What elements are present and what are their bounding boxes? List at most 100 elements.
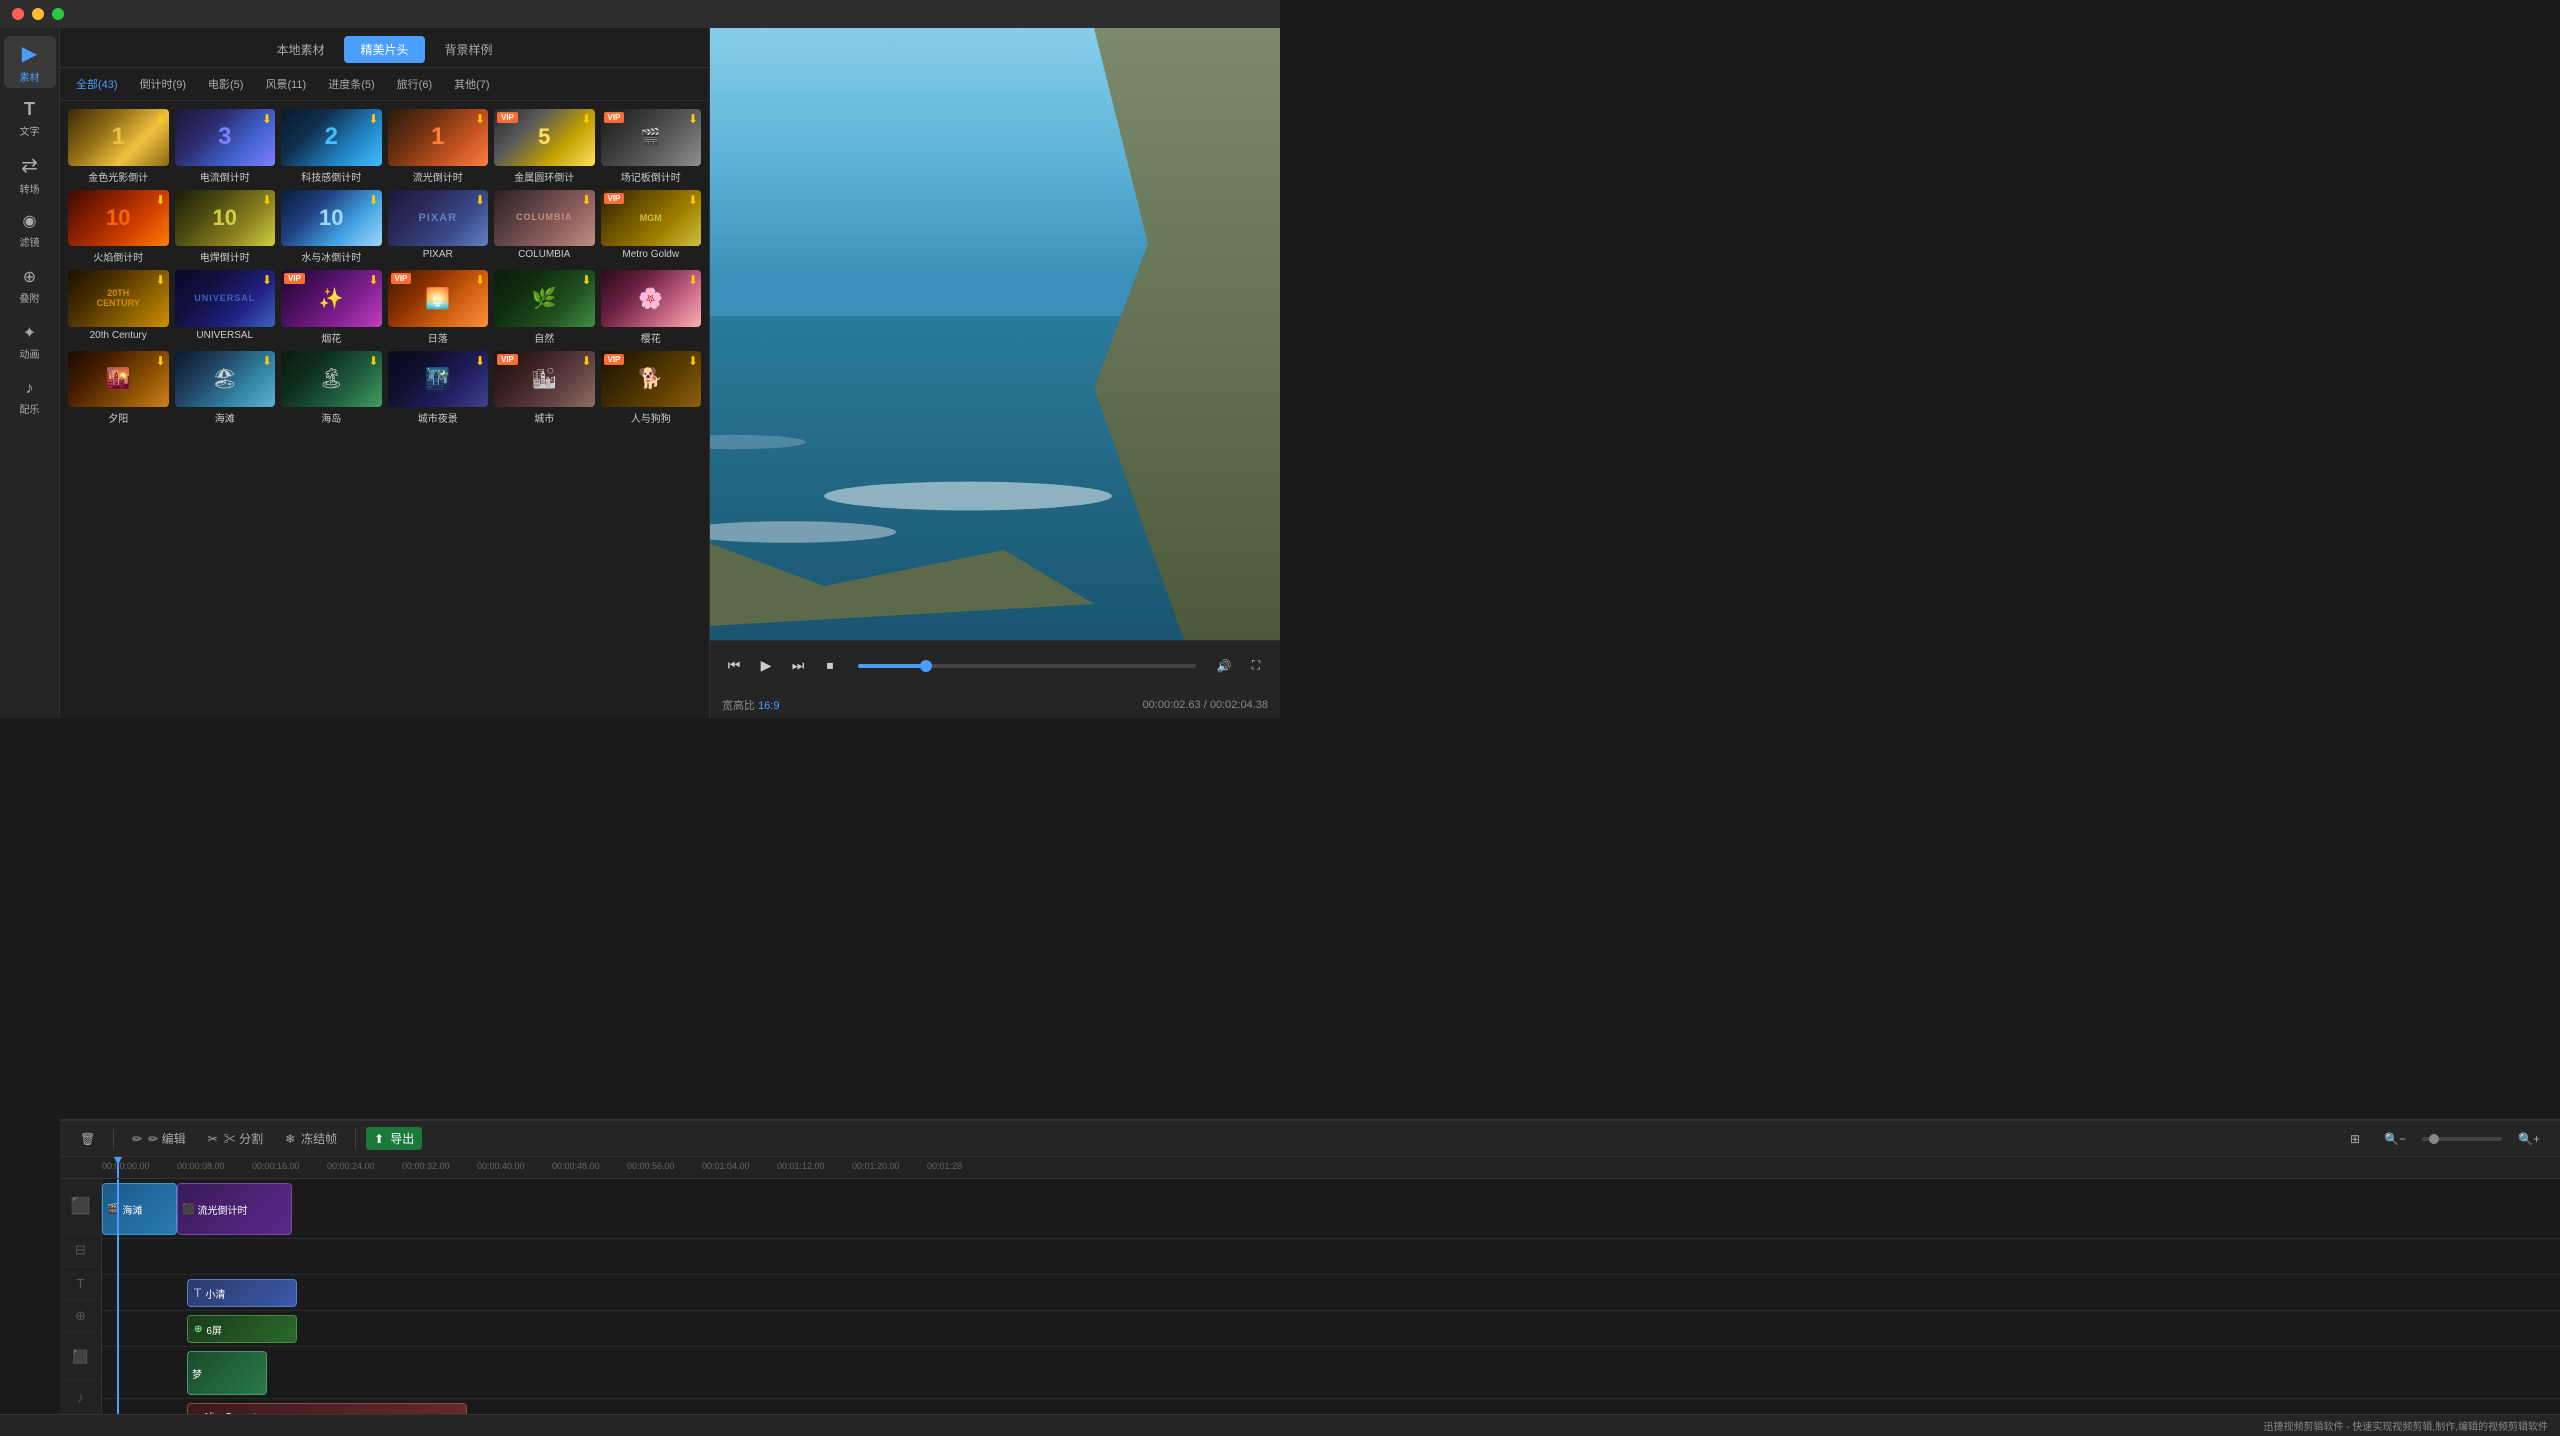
download-badge: ⬇: [475, 112, 485, 126]
ruler-mark: 00:01:12.00: [777, 1161, 825, 1171]
list-item[interactable]: 10 ⬇ 电焊倒计时: [175, 190, 276, 265]
media-label: 电流倒计时: [175, 169, 276, 184]
media-label: 自然: [494, 330, 595, 345]
progress-bar[interactable]: [858, 664, 1196, 668]
list-item[interactable]: 🌸 ⬇ 樱花: [601, 270, 702, 345]
media-label: 夕阳: [68, 410, 169, 425]
sidebar-item-text[interactable]: T 文字: [4, 92, 56, 144]
list-item[interactable]: UNIVERSAL ⬇ UNIVERSAL: [175, 270, 276, 345]
effect-track: ⊕ 6屏: [102, 1311, 2560, 1347]
list-item[interactable]: 🎬 VIP ⬇ 场记板倒计时: [601, 109, 702, 184]
cat-scenery[interactable]: 风景(11): [257, 74, 314, 94]
sidebar-item-filter[interactable]: ◉ 滤镜: [4, 204, 56, 256]
zoom-out-button[interactable]: 🔍−: [2376, 1129, 2414, 1149]
volume-button[interactable]: 🔊: [1212, 654, 1236, 678]
preview-controls: ⏮ ▶ ⏭ ⏹ 🔊 ⛶: [710, 640, 1280, 690]
zoom-in-button[interactable]: 🔍+: [2510, 1129, 2548, 1149]
tab-background[interactable]: 背景样例: [429, 36, 509, 63]
status-text: 迅捷视频剪辑软件 - 快速实现视频剪辑,制作,编辑的视频剪辑软件: [2264, 1418, 2548, 1433]
media-thumb: 3 ⬇: [175, 109, 276, 166]
skip-forward-button[interactable]: ⏭: [786, 654, 810, 678]
clip-beach[interactable]: 🎬 海滩: [102, 1183, 177, 1235]
video-track-2: 梦: [102, 1347, 2560, 1399]
tab-featured[interactable]: 精美片头: [344, 36, 424, 63]
list-item[interactable]: 🏝 ⬇ 海岛: [281, 351, 382, 426]
text-track: T 小清: [102, 1275, 2560, 1311]
export-button[interactable]: ⬆ 导出: [366, 1127, 422, 1150]
split-button[interactable]: ✂ ✂ 分割: [200, 1127, 271, 1150]
media-thumb: 20THCENTURY ⬇: [68, 270, 169, 327]
list-item[interactable]: 🌅 VIP ⬇ 日落: [388, 270, 489, 345]
sidebar-item-animation[interactable]: ✦ 动画: [4, 316, 56, 368]
clip-countdown[interactable]: ⬛ 流光倒计时: [177, 1183, 292, 1235]
cat-travel[interactable]: 旅行(6): [389, 74, 440, 94]
list-item[interactable]: 1 ⬇ 流光倒计时: [388, 109, 489, 184]
list-item[interactable]: 1 ⬇ 金色光影倒计: [68, 109, 169, 184]
clip-text[interactable]: T 小清: [187, 1279, 297, 1307]
list-item[interactable]: PIXAR ⬇ PIXAR: [388, 190, 489, 265]
list-item[interactable]: 🌃 ⬇ 城市夜景: [388, 351, 489, 426]
track-area: ⬛ ⊟ T ⊕ ⬛ ♪ 🎬 海滩 ⬛ 流光倒计时: [60, 1179, 2560, 1414]
fullscreen-button[interactable]: ⛶: [1244, 654, 1268, 678]
minimize-button[interactable]: [32, 8, 44, 20]
download-badge: ⬇: [155, 193, 165, 207]
download-badge: ⬇: [688, 354, 698, 368]
list-item[interactable]: 🌇 ⬇ 夕阳: [68, 351, 169, 426]
media-label: COLUMBIA: [494, 249, 595, 260]
media-grid: 1 ⬇ 金色光影倒计 3 ⬇ 电流倒计时 2 ⬇ 科技感倒计时: [60, 101, 709, 433]
play-button[interactable]: ▶: [754, 654, 778, 678]
list-item[interactable]: 10 ⬇ 水与冰倒计时: [281, 190, 382, 265]
download-badge: ⬇: [368, 354, 378, 368]
list-item[interactable]: 🌿 ⬇ 自然: [494, 270, 595, 345]
list-item[interactable]: 🐕 VIP ⬇ 人与狗狗: [601, 351, 702, 426]
list-item[interactable]: 🏖 ⬇ 海滩: [175, 351, 276, 426]
clip-effect[interactable]: ⊕ 6屏: [187, 1315, 297, 1343]
sidebar-item-overlay[interactable]: ⊕ 叠附: [4, 260, 56, 312]
media-thumb: 5 VIP ⬇: [494, 109, 595, 166]
list-item[interactable]: 🏙 VIP ⬇ 城市: [494, 351, 595, 426]
edit-button[interactable]: ✏ ✏ 编辑: [124, 1127, 193, 1150]
list-item[interactable]: 2 ⬇ 科技感倒计时: [281, 109, 382, 184]
cat-other[interactable]: 其他(7): [446, 74, 497, 94]
media-label: 日落: [388, 330, 489, 345]
cat-countdown[interactable]: 倒计时(9): [132, 74, 194, 94]
track-icon-text: ⊟: [60, 1234, 101, 1267]
list-item[interactable]: 3 ⬇ 电流倒计时: [175, 109, 276, 184]
download-badge: ⬇: [688, 273, 698, 287]
tabs-bar: 本地素材 精美片头 背景样例: [60, 28, 709, 68]
text-icon: T: [24, 99, 35, 120]
list-item[interactable]: 10 ⬇ 火焰倒计时: [68, 190, 169, 265]
fit-button[interactable]: ⊞: [2342, 1129, 2368, 1149]
maximize-button[interactable]: [52, 8, 64, 20]
export-icon: ⬆: [374, 1132, 384, 1146]
list-item[interactable]: ✨ VIP ⬇ 烟花: [281, 270, 382, 345]
media-label: 场记板倒计时: [601, 169, 702, 184]
list-item[interactable]: COLUMBIA ⬇ COLUMBIA: [494, 190, 595, 265]
cat-progress[interactable]: 进度条(5): [320, 74, 382, 94]
media-thumb: 🏙 VIP ⬇: [494, 351, 595, 408]
stop-button[interactable]: ⏹: [818, 654, 842, 678]
delete-button[interactable]: 🗑: [72, 1129, 103, 1149]
clip-audio[interactable]: ♪ AlienSunset: [187, 1403, 467, 1414]
media-label: 城市夜景: [388, 410, 489, 425]
list-item[interactable]: 5 VIP ⬇ 金属圆环倒计: [494, 109, 595, 184]
close-button[interactable]: [12, 8, 24, 20]
cat-movie[interactable]: 电影(5): [200, 74, 251, 94]
sidebar-item-transition[interactable]: ⇄ 转场: [4, 148, 56, 200]
freeze-button[interactable]: ❄ 冻结帧: [277, 1127, 345, 1150]
clip-dream[interactable]: 梦: [187, 1351, 267, 1395]
timeline-ruler: 00:00:00.00 00:00:08.00 00:00:16.00 00:0…: [60, 1157, 2560, 1179]
media-thumb: 10 ⬇: [281, 190, 382, 247]
tab-local[interactable]: 本地素材: [260, 36, 340, 63]
cat-all[interactable]: 全部(43): [68, 74, 126, 94]
download-badge: ⬇: [581, 354, 591, 368]
zoom-slider[interactable]: [2422, 1137, 2502, 1141]
animation-icon: ✦: [23, 323, 36, 343]
media-label: 城市: [494, 410, 595, 425]
sidebar: ▶ 素材 T 文字 ⇄ 转场 ◉ 滤镜 ⊕ 叠附 ✦ 动画 ♪ 配乐: [0, 28, 60, 718]
list-item[interactable]: MGM VIP ⬇ Metro Goldw: [601, 190, 702, 265]
sidebar-item-music[interactable]: ♪ 配乐: [4, 372, 56, 424]
skip-back-button[interactable]: ⏮: [722, 654, 746, 678]
list-item[interactable]: 20THCENTURY ⬇ 20th Century: [68, 270, 169, 345]
sidebar-item-materials[interactable]: ▶ 素材: [4, 36, 56, 88]
